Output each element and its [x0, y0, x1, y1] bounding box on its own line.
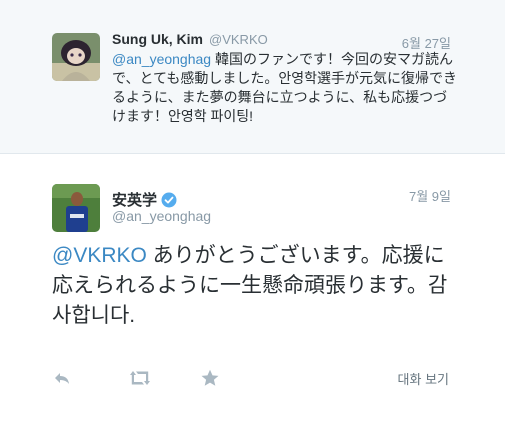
screen-name[interactable]: @VKRKO [209, 32, 268, 47]
reply-icon[interactable] [52, 368, 72, 393]
mention-link[interactable]: @an_yeonghag [112, 51, 211, 67]
screen-name[interactable]: @an_yeonghag [112, 208, 211, 224]
view-conversation-link[interactable]: 대화 보기 [398, 369, 449, 388]
retweet-icon[interactable] [128, 368, 152, 393]
avatar[interactable] [52, 33, 100, 81]
avatar[interactable] [52, 184, 100, 232]
tweet-text: @an_yeonghag 韓国のファンです！今回の安マガ読んで、とても感動しまし… [112, 50, 457, 126]
timestamp[interactable]: 7월 9일 [409, 186, 451, 205]
fullname[interactable]: 安英学 [112, 192, 157, 209]
star-icon[interactable] [200, 368, 220, 393]
reply-tweet[interactable]: Sung Uk, Kim @VKRKO 6월 27일 @an_yeonghag 韓… [0, 0, 505, 154]
fullname[interactable]: Sung Uk, Kim [112, 31, 203, 47]
tweet-text: @VKRKO ありがとうございます。応援に応えられるように一生懸命頑張ります。감… [52, 241, 462, 331]
mention-link[interactable]: @VKRKO [52, 244, 147, 267]
